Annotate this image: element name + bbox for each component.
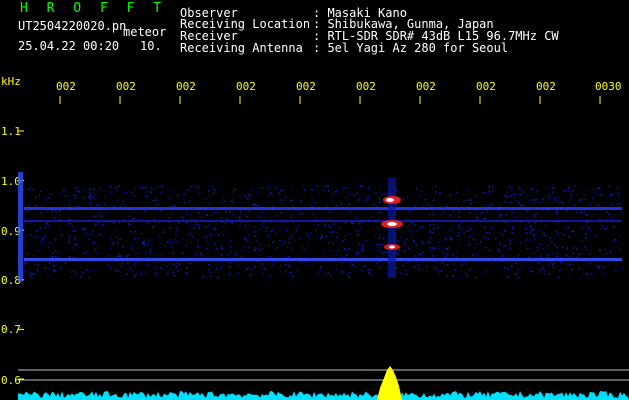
meteor-echo-blob (387, 222, 397, 226)
left-edge-burst (18, 172, 23, 282)
carrier-band-upper (24, 207, 622, 210)
meteor-echo-blob (389, 245, 395, 249)
spectrogram-plot (18, 96, 629, 400)
meteor-echo-blob (386, 198, 394, 202)
carrier-band-mid (24, 220, 622, 222)
signal-strength-graph (18, 366, 629, 400)
meteor-echo (381, 178, 403, 278)
carrier-band-lower (24, 258, 622, 261)
meteor-peak (377, 366, 402, 400)
spectrogram-noise (24, 185, 623, 279)
